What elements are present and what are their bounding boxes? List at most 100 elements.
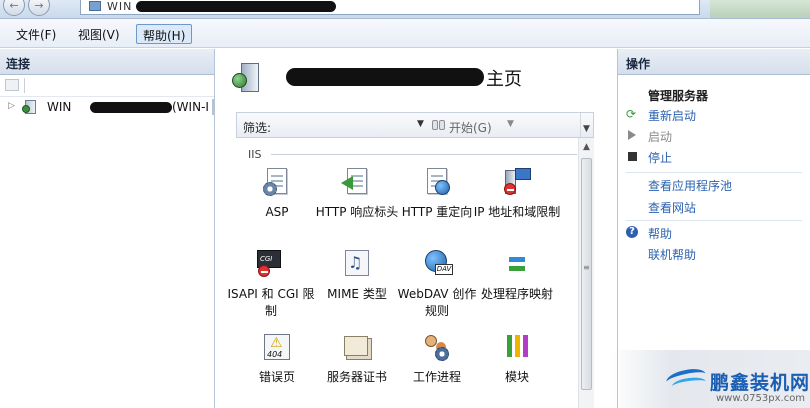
feature-label: IP 地址和域限制 bbox=[473, 205, 561, 219]
ip-domain-restrictions-icon bbox=[501, 166, 533, 198]
manage-server-heading: 管理服务器 bbox=[648, 89, 709, 103]
http-redirect-icon bbox=[421, 166, 453, 198]
tree-node-label: WIN bbox=[47, 100, 72, 114]
watermark-title: 鹏鑫装机网 bbox=[710, 372, 810, 394]
redacted-address bbox=[136, 1, 336, 12]
forward-button[interactable]: → bbox=[28, 0, 50, 16]
scroll-up-icon[interactable]: ▲ bbox=[583, 142, 590, 152]
feature-label: 模块 bbox=[504, 370, 529, 384]
help-icon: ? bbox=[626, 226, 638, 238]
connections-header: 连接 bbox=[0, 49, 214, 75]
back-arrow-icon: ← bbox=[9, 0, 19, 12]
vertical-scrollbar[interactable]: ▲ ≡ bbox=[578, 138, 594, 408]
view-sites-link[interactable]: 查看网站 bbox=[648, 199, 696, 216]
scrollbar-thumb[interactable] bbox=[581, 158, 592, 390]
mime-types-icon bbox=[341, 248, 373, 280]
actions-header: 操作 bbox=[618, 49, 810, 75]
expand-arrow-icon[interactable]: ▷ bbox=[8, 101, 15, 111]
connect-icon[interactable] bbox=[5, 79, 19, 91]
filter-scroll-button[interactable]: ▼ bbox=[580, 113, 593, 137]
start-filter-button[interactable]: 开始(G) bbox=[449, 119, 492, 136]
feature-label: WebDAV 创作规则 bbox=[397, 287, 477, 318]
address-bar-right-area bbox=[710, 0, 810, 18]
watermark-logo-icon bbox=[664, 366, 710, 394]
server-home-icon bbox=[232, 63, 262, 93]
address-bar-strip: ← → WIN bbox=[0, 0, 810, 19]
restart-link[interactable]: 重新启动 bbox=[648, 107, 696, 124]
connections-panel: 连接 ▷ WIN (WIN-I bbox=[0, 49, 215, 408]
feature-error-pages[interactable]: 错误页 bbox=[232, 331, 322, 408]
section-label-iis: IIS bbox=[248, 148, 262, 161]
feature-http-response-headers[interactable]: HTTP 响应标头 bbox=[312, 166, 402, 250]
feature-worker-processes[interactable]: 工作进程 bbox=[392, 331, 482, 408]
feature-label: MIME 类型 bbox=[327, 287, 387, 301]
asp-icon bbox=[261, 166, 293, 198]
view-app-pools-link[interactable]: 查看应用程序池 bbox=[648, 177, 732, 194]
watermark-url: www.0753px.com bbox=[716, 393, 806, 404]
webdav-authoring-rules-icon: DAV bbox=[421, 248, 453, 280]
feature-ip-domain-restrictions[interactable]: IP 地址和域限制 bbox=[472, 166, 562, 250]
feature-label: 服务器证书 bbox=[326, 370, 387, 384]
toolbar-separator bbox=[24, 78, 25, 93]
feature-asp[interactable]: ASP bbox=[232, 166, 322, 250]
restart-icon: ⟳ bbox=[626, 107, 637, 121]
filter-label: 筛选: bbox=[243, 121, 272, 135]
actions-divider bbox=[626, 172, 802, 173]
panel-splitter[interactable] bbox=[212, 99, 215, 115]
handler-mappings-icon bbox=[501, 248, 533, 280]
server-certificates-icon bbox=[341, 331, 373, 363]
start-link[interactable]: 启动 bbox=[648, 128, 672, 145]
section-divider bbox=[271, 154, 577, 155]
feature-webdav-authoring-rules[interactable]: DAV WebDAV 创作规则 bbox=[392, 248, 482, 332]
menu-help[interactable]: 帮助(H) bbox=[136, 24, 193, 44]
error-pages-icon bbox=[261, 331, 293, 363]
address-text: WIN bbox=[107, 0, 133, 13]
feature-isapi-cgi-restrictions[interactable]: CGI ISAPI 和 CGI 限制 bbox=[226, 248, 316, 332]
tree-node-label-suffix: (WIN-I bbox=[172, 100, 209, 114]
feature-http-redirect[interactable]: HTTP 重定向 bbox=[392, 166, 482, 250]
modules-icon bbox=[501, 331, 533, 363]
start-icon bbox=[628, 130, 636, 140]
feature-label: HTTP 响应标头 bbox=[315, 205, 399, 219]
feature-label: ASP bbox=[265, 205, 289, 219]
feature-server-certificates[interactable]: 服务器证书 bbox=[312, 331, 402, 408]
help-link[interactable]: 帮助 bbox=[648, 225, 672, 242]
menu-file[interactable]: 文件(F) bbox=[10, 24, 62, 44]
binoculars-icon[interactable] bbox=[431, 118, 447, 132]
feature-label: 错误页 bbox=[258, 370, 295, 384]
page-title: 主页 bbox=[486, 69, 522, 90]
menu-view[interactable]: 视图(V) bbox=[72, 24, 126, 44]
connections-toolbar bbox=[0, 75, 214, 97]
filter-dropdown-icon[interactable]: ▼ bbox=[417, 119, 424, 129]
stop-link[interactable]: 停止 bbox=[648, 149, 672, 166]
tree-node-server[interactable]: ▷ WIN (WIN-I bbox=[0, 97, 215, 117]
feature-label: ISAPI 和 CGI 限制 bbox=[227, 287, 315, 318]
start-dropdown-icon[interactable]: ▼ bbox=[507, 119, 514, 129]
redacted-server-title bbox=[286, 68, 484, 86]
online-help-link[interactable]: 联机帮助 bbox=[648, 246, 696, 263]
worker-processes-icon bbox=[421, 331, 453, 363]
feature-label: 处理程序映射 bbox=[480, 287, 553, 301]
redacted-server-name bbox=[90, 102, 172, 113]
server-icon bbox=[22, 99, 40, 115]
filter-bar: 筛选: ▼ 开始(G) ▼ ▼ bbox=[236, 112, 594, 138]
feature-label: 工作进程 bbox=[412, 370, 461, 384]
menu-bar: 文件(F) 视图(V) 帮助(H) bbox=[0, 19, 810, 48]
forward-arrow-icon: → bbox=[34, 0, 44, 12]
stop-icon bbox=[628, 152, 637, 161]
filter-input[interactable] bbox=[279, 116, 409, 134]
actions-divider bbox=[626, 220, 802, 221]
back-button[interactable]: ← bbox=[3, 0, 25, 16]
address-bar[interactable]: WIN bbox=[80, 0, 700, 15]
scroll-down-icon: ▼ bbox=[583, 124, 590, 134]
scrollbar-grip-icon: ≡ bbox=[583, 263, 590, 272]
isapi-cgi-restrictions-icon: CGI bbox=[255, 248, 287, 280]
feature-mime-types[interactable]: MIME 类型 bbox=[312, 248, 402, 332]
home-page: 主页 筛选: ▼ 开始(G) ▼ ▼ IIS ASP HTTP 响应标头 HTT… bbox=[216, 49, 616, 408]
feature-handler-mappings[interactable]: 处理程序映射 bbox=[472, 248, 562, 332]
http-response-headers-icon bbox=[341, 166, 373, 198]
home-header: 主页 bbox=[216, 49, 616, 105]
feature-modules[interactable]: 模块 bbox=[472, 331, 562, 408]
feature-label: HTTP 重定向 bbox=[401, 205, 473, 219]
computer-icon bbox=[89, 1, 101, 11]
